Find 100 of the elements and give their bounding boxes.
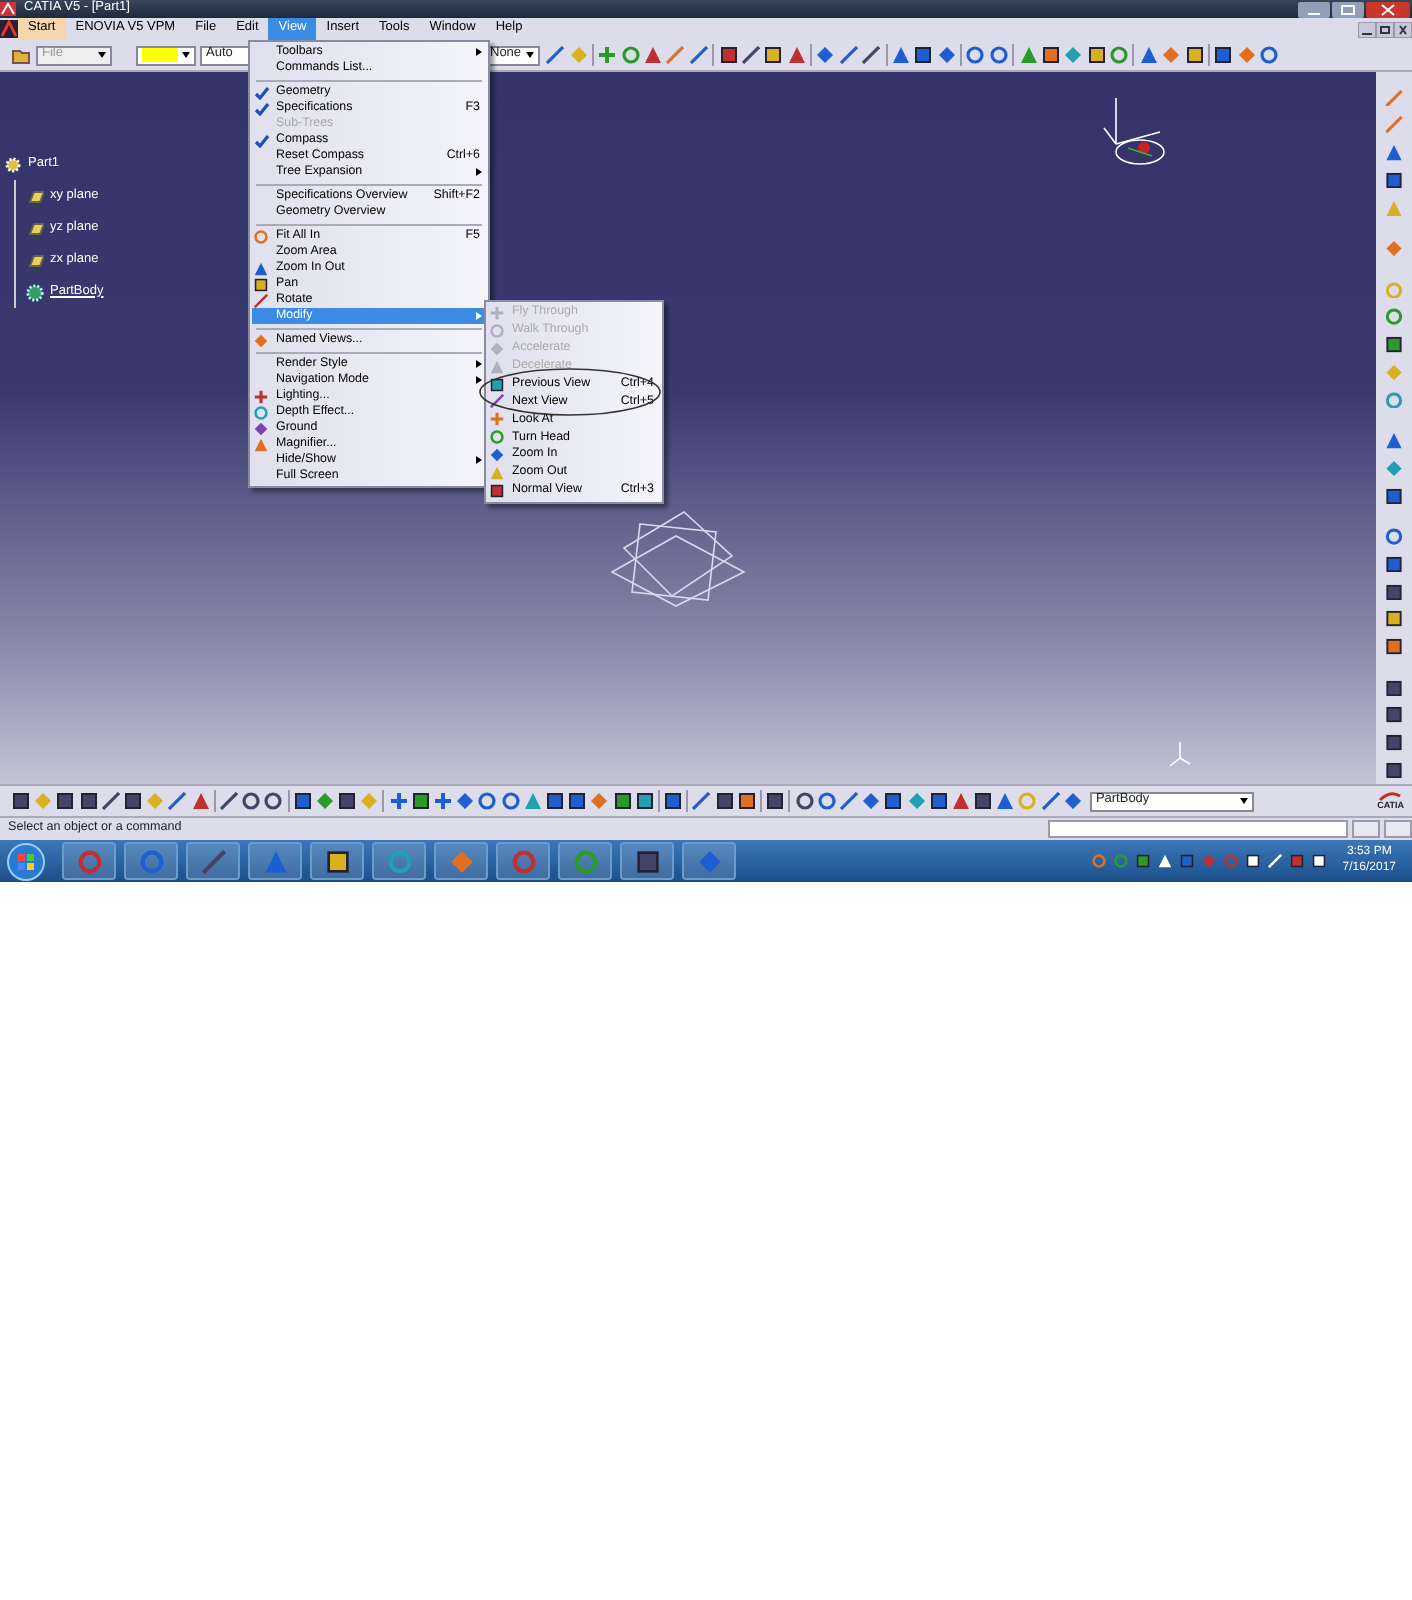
circle-icon[interactable]: [795, 792, 814, 810]
diamond-icon[interactable]: [1384, 240, 1404, 258]
diamond-icon[interactable]: [937, 46, 956, 64]
triangle-icon[interactable]: [891, 46, 910, 64]
square-icon[interactable]: [1384, 336, 1404, 354]
square-icon[interactable]: [545, 792, 564, 810]
square-icon[interactable]: [1384, 679, 1404, 697]
circle-icon[interactable]: [1260, 46, 1279, 64]
triangle-icon[interactable]: [644, 46, 663, 64]
diamond-icon[interactable]: [816, 46, 835, 64]
cross-icon: [490, 305, 504, 320]
taskbar-button[interactable]: [186, 842, 240, 880]
taskbar-button[interactable]: [310, 842, 364, 880]
close-button[interactable]: [1394, 21, 1412, 37]
line-icon[interactable]: [101, 792, 120, 810]
line-icon[interactable]: [741, 46, 760, 64]
circle-icon[interactable]: [966, 46, 985, 64]
square-icon[interactable]: [635, 792, 654, 810]
triangle-icon: [490, 465, 504, 480]
square-icon[interactable]: [1214, 46, 1233, 64]
gear-icon: [4, 155, 22, 173]
square-icon[interactable]: [1384, 761, 1404, 779]
circle-icon[interactable]: [242, 792, 261, 810]
square-icon[interactable]: [1087, 46, 1106, 64]
square-icon[interactable]: [1384, 638, 1404, 656]
square-icon[interactable]: [1384, 171, 1404, 189]
square-icon[interactable]: [1384, 706, 1404, 724]
square-icon[interactable]: [766, 792, 785, 810]
line-icon[interactable]: [839, 792, 858, 810]
triangle-icon[interactable]: [787, 46, 806, 64]
square-icon[interactable]: [974, 792, 993, 810]
triangle-icon[interactable]: [996, 792, 1015, 810]
folder-icon[interactable]: [12, 46, 30, 64]
color-dropdown[interactable]: [136, 45, 196, 65]
line-icon[interactable]: [839, 46, 858, 64]
square-icon[interactable]: [1041, 46, 1060, 64]
circle-icon[interactable]: [817, 792, 836, 810]
square-icon[interactable]: [1384, 583, 1404, 601]
cross-icon[interactable]: [389, 792, 408, 810]
triangle-icon[interactable]: [951, 792, 970, 810]
app-logo-icon: [0, 20, 18, 38]
maximize-button[interactable]: [1332, 1, 1364, 17]
circle-icon[interactable]: [501, 792, 520, 810]
square-icon[interactable]: [411, 792, 430, 810]
square-icon[interactable]: [914, 46, 933, 64]
cross-icon[interactable]: [598, 46, 617, 64]
diamond-icon[interactable]: [862, 792, 881, 810]
line-icon[interactable]: [862, 46, 881, 64]
square-icon[interactable]: [1384, 555, 1404, 573]
square-icon[interactable]: [715, 792, 734, 810]
square-icon[interactable]: [1384, 610, 1404, 628]
line-icon[interactable]: [219, 792, 238, 810]
triangle-icon[interactable]: [1384, 432, 1404, 450]
taskbar-button[interactable]: [620, 842, 674, 880]
start-button[interactable]: [6, 841, 46, 881]
circle-icon[interactable]: [478, 792, 497, 810]
minimize-button[interactable]: [1358, 21, 1376, 37]
line-icon[interactable]: [546, 46, 565, 64]
triangle-icon[interactable]: [1158, 854, 1173, 868]
square-icon[interactable]: [719, 46, 738, 64]
square-icon[interactable]: [884, 792, 903, 810]
circle-icon[interactable]: [264, 792, 283, 810]
line-icon[interactable]: [692, 792, 711, 810]
square-icon[interactable]: [1384, 734, 1404, 752]
command-field[interactable]: [1048, 820, 1348, 838]
square-icon[interactable]: [664, 792, 683, 810]
triangle-icon: [254, 437, 268, 451]
square-icon[interactable]: [79, 792, 98, 810]
square-icon[interactable]: [56, 792, 75, 810]
square-icon[interactable]: [568, 792, 587, 810]
square-icon[interactable]: [1246, 854, 1261, 868]
diamond-icon[interactable]: [1063, 792, 1082, 810]
square-icon[interactable]: [338, 792, 357, 810]
status-button[interactable]: [1384, 820, 1412, 838]
diamond-icon[interactable]: [456, 792, 475, 810]
square-icon[interactable]: [1185, 46, 1204, 64]
status-button[interactable]: [1352, 820, 1380, 838]
line-icon[interactable]: [1041, 792, 1060, 810]
cross-icon[interactable]: [434, 792, 453, 810]
maximize-button[interactable]: [1376, 21, 1394, 37]
square-icon[interactable]: [1384, 487, 1404, 505]
circle-icon[interactable]: [989, 46, 1008, 64]
diamond-icon[interactable]: [1384, 459, 1404, 477]
close-button[interactable]: [1366, 1, 1410, 17]
triangle-icon[interactable]: [191, 792, 210, 810]
square-icon[interactable]: [613, 792, 632, 810]
square-icon[interactable]: [929, 792, 948, 810]
square-icon[interactable]: [764, 46, 783, 64]
square-icon[interactable]: [293, 792, 312, 810]
circle-icon: [254, 405, 268, 419]
square-icon[interactable]: [124, 792, 143, 810]
line-icon[interactable]: [689, 46, 708, 64]
line-icon[interactable]: [168, 792, 187, 810]
square-icon[interactable]: [737, 792, 756, 810]
square-icon[interactable]: [12, 792, 31, 810]
triangle-icon[interactable]: [1384, 144, 1404, 162]
triangle-icon[interactable]: [1139, 46, 1158, 64]
square-icon[interactable]: [1312, 854, 1327, 868]
minimize-button[interactable]: [1298, 1, 1330, 17]
circle-icon[interactable]: [1384, 528, 1404, 546]
